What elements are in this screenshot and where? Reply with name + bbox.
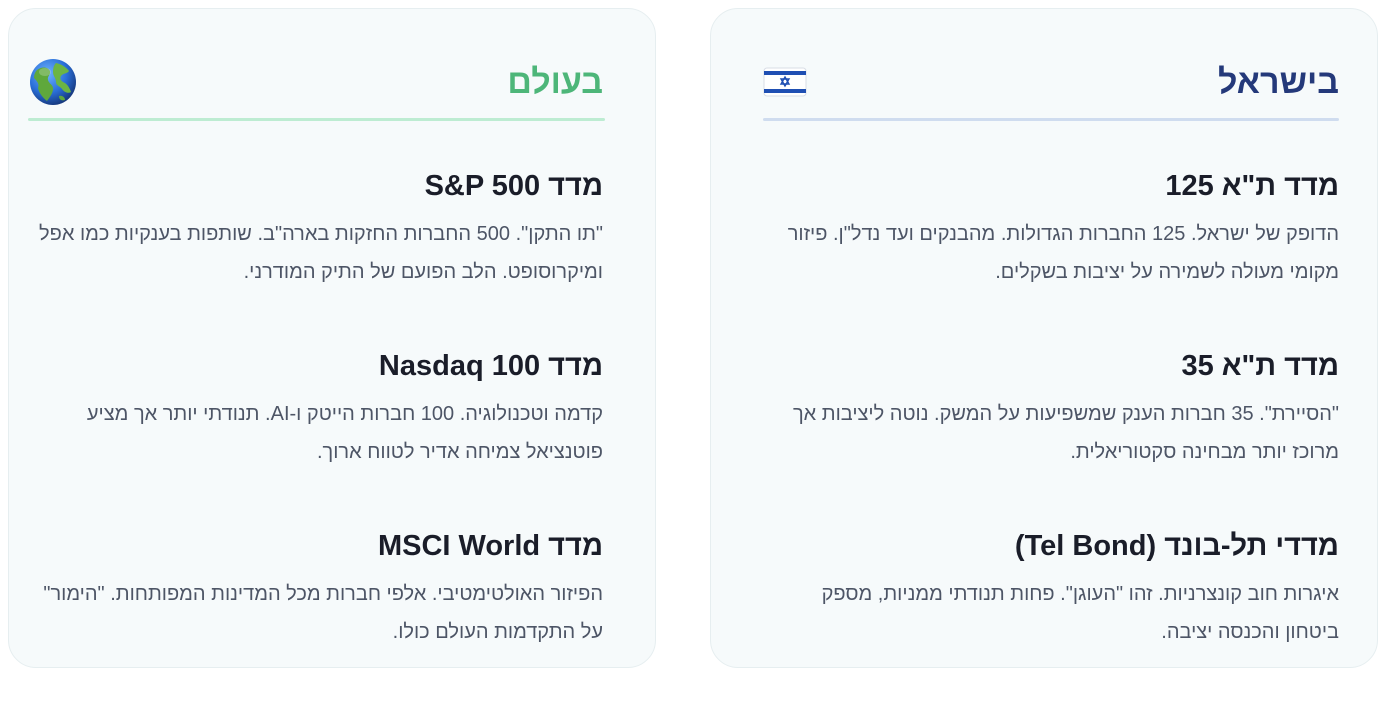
index-title: מדד Nasdaq 100	[378, 350, 603, 382]
index-item-nasdaq100: מדד Nasdaq 100 קדמה וטכנולוגיה. 100 חברו…	[31, 341, 603, 471]
world-divider	[28, 118, 605, 121]
world-card: בעולם מדד S&P 500 "תו התקן". 500 החברות …	[8, 8, 656, 668]
index-description: "תו התקן". 500 החברות החזקות בארה"ב. שות…	[39, 223, 603, 283]
world-card-header: בעולם	[29, 47, 603, 117]
index-title: מדד ת"א 35	[1181, 350, 1339, 382]
israel-card: בישראל מדד ת"א 125 הדופק של ישראל. 125 ה…	[710, 8, 1378, 668]
index-item-msci-world: מדד MSCI World הפיזור האולטימטיבי. אלפי …	[31, 521, 603, 651]
index-title: מדדי תל-בונד (Tel Bond)	[1014, 530, 1339, 562]
index-description: "הסיירת". 35 חברות הענק שמשפיעות על המשק…	[792, 403, 1339, 463]
index-item-tel-bond: מדדי תל-בונד (Tel Bond) איגרות חוב קונצר…	[763, 521, 1339, 651]
israel-card-title: בישראל	[1218, 63, 1339, 101]
world-card-title: בעולם	[507, 63, 603, 101]
index-item-sp500: מדד S&P 500 "תו התקן". 500 החברות החזקות…	[31, 161, 603, 291]
index-description: הפיזור האולטימטיבי. אלפי חברות מכל המדינ…	[43, 583, 603, 643]
index-title: מדד S&P 500	[424, 170, 603, 202]
world-index-list: מדד S&P 500 "תו התקן". 500 החברות החזקות…	[31, 161, 603, 701]
index-description: הדופק של ישראל. 125 החברות הגדולות. מהבנ…	[787, 223, 1339, 283]
index-description: איגרות חוב קונצרניות. זהו "העוגן". פחות …	[821, 583, 1339, 643]
israel-divider	[763, 118, 1339, 121]
israel-index-list: מדד ת"א 125 הדופק של ישראל. 125 החברות ה…	[763, 161, 1339, 701]
index-title: מדד MSCI World	[377, 530, 603, 562]
israel-flag-icon	[763, 67, 807, 97]
page: בעולם מדד S&P 500 "תו התקן". 500 החברות …	[0, 0, 1384, 668]
index-item-ta125: מדד ת"א 125 הדופק של ישראל. 125 החברות ה…	[763, 161, 1339, 291]
israel-card-header: בישראל	[763, 47, 1339, 117]
index-description: קדמה וטכנולוגיה. 100 חברות הייטק ו-AI. ת…	[86, 403, 603, 463]
globe-icon	[29, 58, 77, 106]
index-title: מדד ת"א 125	[1165, 170, 1339, 202]
index-item-ta35: מדד ת"א 35 "הסיירת". 35 חברות הענק שמשפי…	[763, 341, 1339, 471]
